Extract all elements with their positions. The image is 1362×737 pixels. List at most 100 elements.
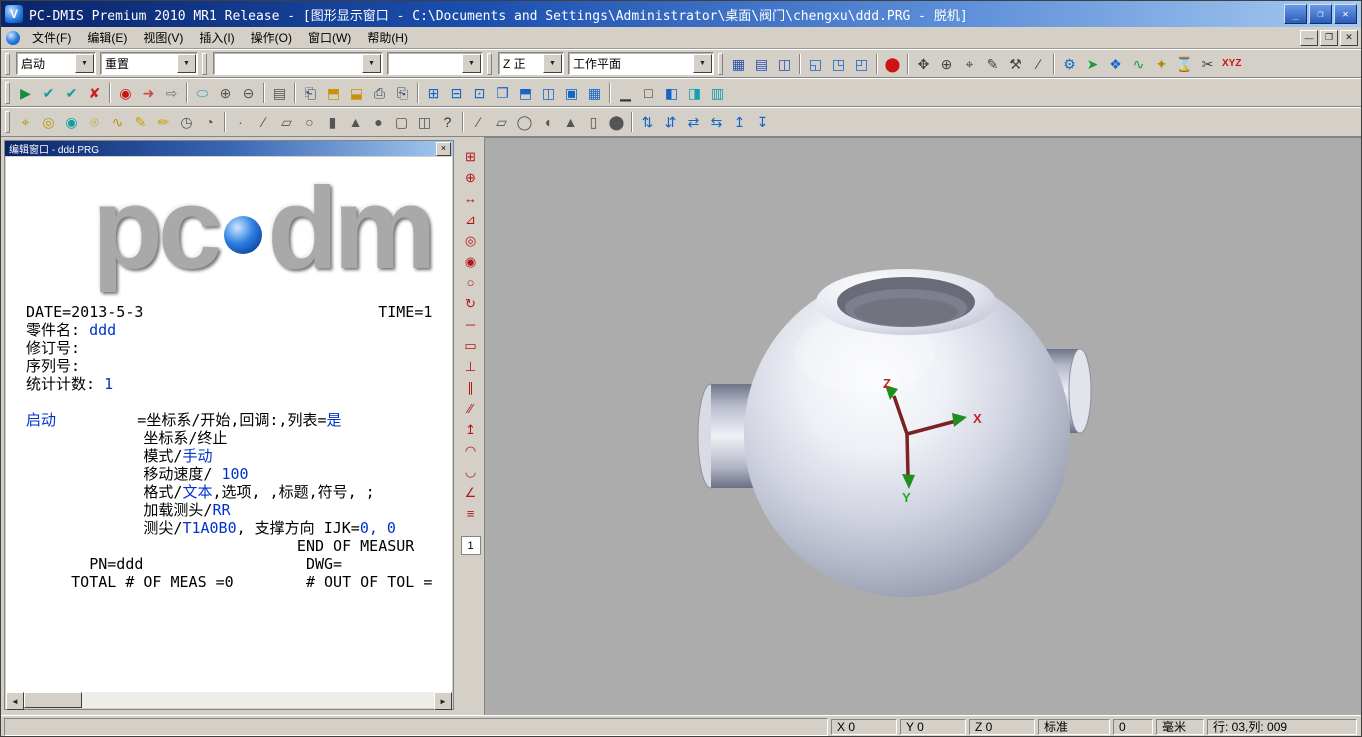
dim-profile-surface-icon[interactable]: ◡ [460,461,482,482]
machine-connection-icon[interactable]: ⬤ [881,53,904,75]
dim-angularity-icon[interactable]: ⁄⁄ [460,398,482,419]
recall-alignment-combo[interactable]: 重置 ▼ [100,52,198,75]
dim-flatness-icon[interactable]: ▭ [460,335,482,356]
measure-plane-icon[interactable]: ▱ [275,111,298,133]
counter-icon[interactable]: ⌛ [1173,53,1196,75]
toggle-graphic-window-icon[interactable]: ▥ [706,82,729,104]
minimize-button[interactable]: _ [1284,4,1307,24]
cancel-edit-icon[interactable]: ✘ [83,82,106,104]
scissors-icon[interactable]: ✂ [1196,53,1219,75]
toolbar-grip[interactable] [202,53,207,75]
measure-slot-icon[interactable]: ▢ [390,111,413,133]
window-arrange-icon[interactable]: ▣ [560,82,583,104]
new-program-icon[interactable]: ⎗ [299,82,322,104]
dim-straightness-icon[interactable]: ─ [460,314,482,335]
probe-tip-combo[interactable]: ▼ [387,52,483,75]
dim-distance-icon[interactable]: ↔ [460,188,482,209]
verify-all-icon[interactable]: ✔ [60,82,83,104]
window-layout-grid-icon[interactable]: ⊞ [422,82,445,104]
chevron-down-icon[interactable]: ▼ [177,54,196,73]
rotate-mode-icon[interactable]: ⊕ [935,53,958,75]
window-layout-split-icon[interactable]: ⊟ [445,82,468,104]
measure-circle-icon[interactable]: ○ [298,111,321,133]
edit-pen-icon[interactable]: ✎ [981,53,1004,75]
xyz-readout-icon[interactable]: XYZ [1219,53,1244,75]
measure-point-icon[interactable]: · [229,111,252,133]
report-window-icon[interactable]: ▤ [750,53,773,75]
ellipse-select-icon[interactable]: ⬭ [191,82,214,104]
construct-line-icon[interactable]: ∕ [467,111,490,133]
window-tile-horizontal-icon[interactable]: ⬒ [514,82,537,104]
toolbar-grip[interactable] [5,111,10,133]
dim-axiality-icon[interactable]: ↥ [460,419,482,440]
workplane-label-combo[interactable]: 工作平面 ▼ [568,52,714,75]
edit-window-horizontal-scrollbar[interactable]: ◄ ► [6,692,452,708]
chevron-down-icon[interactable]: ▼ [462,54,481,73]
window-new-view-icon[interactable]: ▦ [583,82,606,104]
dial-indicator-icon[interactable]: ◷ [175,111,198,133]
mdi-close-button[interactable]: ✕ [1340,30,1358,46]
measure-line-icon[interactable]: ∕ [252,111,275,133]
construct-cylinder-icon[interactable]: ▯ [582,111,605,133]
close-button[interactable]: ✕ [1334,4,1357,24]
minimize-all-windows-icon[interactable]: ▁ [614,82,637,104]
curve-display-icon[interactable]: ∿ [1127,53,1150,75]
execute-program-icon[interactable]: ▶ [14,82,37,104]
dim-parallelism-icon[interactable]: ∥ [460,377,482,398]
menu-file[interactable]: 文件(F) [24,26,79,49]
menu-window[interactable]: 窗口(W) [300,26,359,49]
help-icon[interactable]: ? [436,111,459,133]
scroll-right-icon[interactable]: ► [434,692,452,710]
measure-cylinder-icon[interactable]: ▮ [321,111,344,133]
document-system-icon[interactable] [6,31,20,45]
scrollbar-track[interactable] [24,692,434,708]
record-icon[interactable]: ◉ [114,82,137,104]
command-list-icon[interactable]: ▤ [268,82,291,104]
chevron-down-icon[interactable]: ▼ [362,54,381,73]
keyin-button[interactable]: 1 [461,536,481,555]
toolbar-grip[interactable] [5,53,10,75]
dim-repeat-icon[interactable]: ↻ [460,293,482,314]
dim-angle-icon[interactable]: ⊿ [460,209,482,230]
zoom-in-icon[interactable]: ⊕ [214,82,237,104]
chevron-down-icon[interactable]: ▼ [543,54,562,73]
toolbar-grip[interactable] [718,53,723,75]
chevron-down-icon[interactable]: ▼ [75,54,94,73]
sort-ascending-icon[interactable]: ↥ [728,111,751,133]
menu-insert[interactable]: 插入(I) [191,26,242,49]
comment-pen-icon[interactable]: ✏ [152,111,175,133]
dim-perpendicularity-icon[interactable]: ⊥ [460,356,482,377]
insert-command-icon[interactable]: ➜ [137,82,160,104]
alignment-combo[interactable]: 启动 ▼ [16,52,96,75]
edit-window-close-button[interactable]: × [436,142,451,156]
dim-angle-between-icon[interactable]: ∠ [460,482,482,503]
toggle-edit-window-icon[interactable]: ◧ [660,82,683,104]
mark-pen-icon[interactable]: ✎ [129,111,152,133]
menu-edit[interactable]: 编辑(E) [79,26,135,49]
dim-symmetry-icon[interactable]: ≡ [460,503,482,524]
surface-display-icon[interactable]: ❖ [1104,53,1127,75]
dim-location-icon[interactable]: ⊞ [460,146,482,167]
print-icon[interactable]: ⎘ [391,82,414,104]
toolbar-grip[interactable] [487,53,492,75]
mdi-restore-button[interactable]: ❐ [1320,30,1338,46]
tip-calibration-icon[interactable]: ◎ [37,111,60,133]
restore-windows-icon[interactable]: □ [637,82,660,104]
program-code-area[interactable]: DATE=2013-5-3 TIME=1零件名: ddd修订号:序列号:统计计数… [6,303,452,591]
edit-window-icon[interactable]: ◫ [773,53,796,75]
cad-model-canvas[interactable]: Z X Y [485,138,1361,716]
measure-sphere-icon[interactable]: ● [367,111,390,133]
probe-readout-icon[interactable]: ⌖ [958,53,981,75]
probe-tip-icon[interactable]: ⌖ [14,111,37,133]
save-program-icon[interactable]: ⎙ [368,82,391,104]
analysis-window-icon[interactable]: ◳ [827,53,850,75]
pin-lock-icon[interactable]: ✦ [1150,53,1173,75]
hammer-tool-icon[interactable]: ⚒ [1004,53,1027,75]
measure-notch-icon[interactable]: ◫ [413,111,436,133]
construct-cone-icon[interactable]: ▲ [559,111,582,133]
toolbar-grip[interactable] [5,82,10,104]
alignment-new-icon[interactable]: ⇅ [636,111,659,133]
toggle-report-window-icon[interactable]: ◨ [683,82,706,104]
alignment-best-fit-icon[interactable]: ⇄ [682,111,705,133]
fly-mode-icon[interactable]: ➤ [1081,53,1104,75]
